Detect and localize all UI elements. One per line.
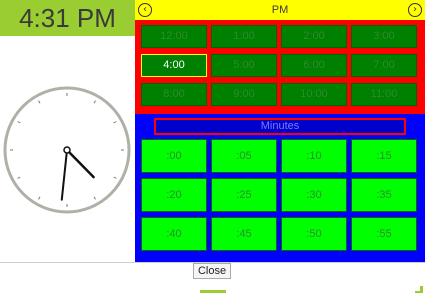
time-display: 4:31 PM: [0, 0, 135, 36]
hour-cell[interactable]: 10:00: [281, 83, 347, 106]
previous-period-button[interactable]: ‹: [138, 3, 152, 17]
time-picker-dialog: 4:31 PM PM ‹ › 12:00 1:00 2:00 3:00 4:00 5:00…: [0, 0, 425, 293]
minute-cell[interactable]: :35: [351, 178, 417, 212]
hour-cell[interactable]: 11:00: [351, 83, 417, 106]
clock-panel: [0, 36, 135, 262]
resize-handle-icon[interactable]: [415, 286, 423, 293]
analog-clock: [3, 86, 131, 214]
minute-cell[interactable]: :15: [351, 139, 417, 173]
close-button[interactable]: Close: [193, 263, 231, 279]
clock-center: [63, 146, 71, 154]
hour-cell[interactable]: 1:00: [211, 25, 277, 48]
minute-cell[interactable]: :55: [351, 217, 417, 251]
minute-cell[interactable]: :10: [281, 139, 347, 173]
hour-cell[interactable]: 2:00: [281, 25, 347, 48]
hour-cell[interactable]: 6:00: [281, 54, 347, 77]
minute-cell[interactable]: :25: [211, 178, 277, 212]
next-period-button[interactable]: ›: [408, 3, 422, 17]
minute-cell[interactable]: :00: [141, 139, 207, 173]
period-header: PM ‹ ›: [135, 0, 425, 20]
chevron-left-icon: ‹: [143, 4, 147, 15]
period-label: PM: [271, 4, 289, 16]
hours-grid: 12:00 1:00 2:00 3:00 4:00 5:00 6:00 7:00 8:00 9:0…: [135, 20, 425, 114]
hour-cell[interactable]: 5:00: [211, 54, 277, 77]
minutes-grid: Minutes :00:05:10:15:20:25:30:35:40:45:5…: [135, 114, 425, 262]
minute-cell[interactable]: :45: [211, 217, 277, 251]
minute-cell[interactable]: :50: [281, 217, 347, 251]
minute-cell[interactable]: :20: [141, 178, 207, 212]
minute-cell[interactable]: :30: [281, 178, 347, 212]
hour-cell[interactable]: 3:00: [351, 25, 417, 48]
dialog-footer: Close: [0, 262, 425, 293]
hour-cell[interactable]: 4:00: [141, 54, 207, 77]
minute-cell[interactable]: :40: [141, 217, 207, 251]
minutes-label: Minutes: [154, 118, 406, 135]
hour-cell[interactable]: 7:00: [351, 54, 417, 77]
hour-cell[interactable]: 12:00: [141, 25, 207, 48]
hour-cell[interactable]: 8:00: [141, 83, 207, 106]
chevron-right-icon: ›: [413, 4, 417, 15]
hour-cell[interactable]: 9:00: [211, 83, 277, 106]
minute-cell[interactable]: :05: [211, 139, 277, 173]
